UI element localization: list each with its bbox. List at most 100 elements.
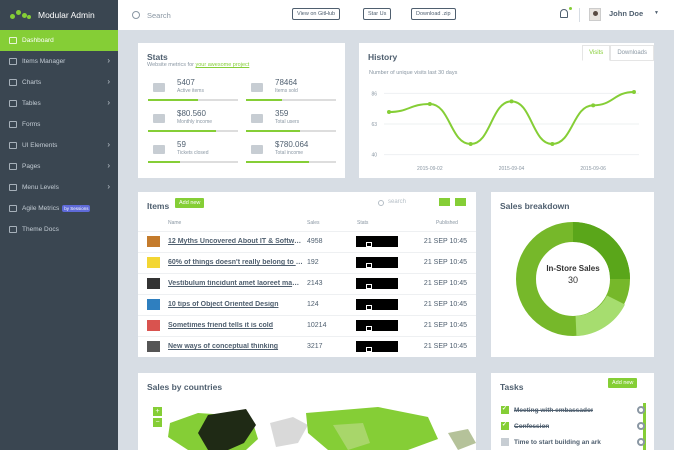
item-sales: 4958 [307, 238, 323, 245]
next-button[interactable] [455, 198, 466, 206]
data-point[interactable] [591, 103, 596, 108]
data-point[interactable] [387, 110, 391, 114]
table-row[interactable]: 12 Myths Uncovered About IT & Software 49… [138, 231, 476, 252]
items-search-input[interactable]: search [388, 199, 406, 205]
table-row[interactable]: Vestibulum tincidunt amet laoreet mauris… [138, 273, 476, 294]
chevron-down-icon[interactable]: ▼ [654, 10, 659, 16]
sidebar-item-theme-docs[interactable]: Theme Docs [0, 219, 118, 240]
map-asia[interactable] [306, 407, 438, 450]
item-thumbnail[interactable] [147, 341, 160, 352]
breakdown-title: Sales breakdown [500, 201, 570, 211]
map-europe-west[interactable] [270, 417, 308, 447]
table-row[interactable]: 60% of things doesn't really belong to y… [138, 252, 476, 273]
line-chart-icon [153, 114, 165, 123]
nav-icon [9, 100, 17, 107]
stat-label: Active items [177, 88, 204, 94]
y-tick-label: 63 [371, 122, 377, 128]
sidebar-item-label: Agile Metrics [22, 205, 60, 212]
sidebar-item-pages[interactable]: Pages › [0, 156, 118, 177]
brand[interactable]: Modular Admin [0, 0, 118, 30]
sidebar-item-menu-levels[interactable]: Menu Levels › [0, 177, 118, 198]
star-button[interactable]: Star Us [363, 8, 392, 20]
item-name-link[interactable]: Vestibulum tincidunt amet laoreet mauris [168, 280, 303, 287]
tab-downloads[interactable]: Downloads [610, 45, 654, 61]
col-stats[interactable]: Stats [357, 220, 368, 226]
item-name-link[interactable]: 60% of things doesn't really belong to y… [168, 259, 303, 266]
sidebar-item-label: Menu Levels [22, 184, 59, 191]
search-input[interactable]: Search [147, 11, 171, 20]
table-row[interactable]: New ways of conceptual thinking 3217 21 SE… [138, 336, 476, 357]
world-map [168, 407, 476, 450]
user-name[interactable]: John Doe [609, 9, 643, 18]
bell-icon[interactable] [560, 9, 568, 18]
task-label: Confession [514, 422, 550, 430]
github-button[interactable]: View on GitHub [292, 8, 341, 20]
sidebar-nav: Dashboard Items Manager › Charts › Tables › For… [0, 30, 118, 240]
data-point[interactable] [550, 142, 555, 146]
avatar[interactable] [589, 8, 601, 21]
task-label: Time to start building an ark [514, 438, 601, 446]
item-name-link[interactable]: 12 Myths Uncovered About IT & Software [168, 238, 303, 245]
item-name-link[interactable]: 10 tips of Object Oriented Design [168, 301, 303, 308]
stats-title: Stats [147, 52, 168, 62]
item-thumbnail[interactable] [147, 299, 160, 310]
table-row[interactable]: Sometimes friend tells it is cold 10214 21… [138, 315, 476, 336]
col-published[interactable]: Published [436, 220, 458, 226]
sidebar-item-items-manager[interactable]: Items Manager › [0, 51, 118, 72]
data-point[interactable] [427, 102, 432, 106]
task-item[interactable]: Meeting with embassador [501, 405, 645, 414]
item-thumbnail[interactable] [147, 236, 160, 247]
data-point[interactable] [509, 99, 514, 104]
item-thumbnail[interactable] [147, 257, 160, 268]
cart-icon [251, 83, 263, 92]
item-thumbnail[interactable] [147, 278, 160, 289]
nav-icon [9, 37, 17, 44]
table-row[interactable]: 10 tips of Object Oriented Design 124 21 S… [138, 294, 476, 315]
sidebar-item-tables[interactable]: Tables › [0, 93, 118, 114]
brand-name: Modular Admin [38, 10, 95, 20]
stats-project-link[interactable]: your awesome project [196, 62, 250, 68]
task-checkbox[interactable] [501, 438, 509, 446]
item-name-link[interactable]: Sometimes friend tells it is cold [168, 322, 303, 329]
item-thumbnail[interactable] [147, 320, 160, 331]
map-japan[interactable] [448, 429, 476, 450]
tab-visits[interactable]: Visits [582, 45, 611, 61]
item-stats-sparkline [356, 299, 398, 310]
data-point[interactable] [468, 142, 473, 146]
stat-monthly-income: $80.560 Monthly income [148, 109, 238, 135]
nav-icon [9, 58, 17, 65]
task-item[interactable]: Confession [501, 421, 645, 430]
task-item[interactable]: Time to start building an ark [501, 438, 645, 446]
history-tabs: Visits Downloads [582, 45, 654, 61]
sidebar-item-agile-metrics[interactable]: Agile Metrics by Sessions [0, 198, 118, 219]
nav-icon [9, 226, 17, 233]
col-name[interactable]: Name [168, 220, 181, 226]
history-subtitle: Number of unique visits last 30 days [369, 70, 458, 76]
item-sales: 192 [307, 259, 319, 266]
sidebar-item-charts[interactable]: Charts › [0, 72, 118, 93]
add-task-button[interactable]: Add new [608, 378, 638, 388]
stat-items-sold: 78464 Items sold [246, 78, 336, 104]
item-published: 21 SEP 10:45 [423, 322, 467, 329]
sidebar-item-label: Dashboard [22, 37, 54, 44]
list-icon [153, 145, 165, 154]
data-point[interactable] [632, 90, 636, 94]
task-checkbox[interactable] [501, 405, 509, 414]
download-button[interactable]: Download .zip [411, 8, 456, 20]
sidebar-item-dashboard[interactable]: Dashboard [0, 30, 118, 51]
gear-icon[interactable] [637, 438, 645, 446]
gear-icon[interactable] [637, 406, 645, 414]
item-name-link[interactable]: New ways of conceptual thinking [168, 343, 303, 350]
header-divider [579, 8, 580, 22]
search-icon[interactable] [132, 11, 140, 19]
sidebar-item-ui-elements[interactable]: UI Elements › [0, 135, 118, 156]
search-icon [378, 200, 384, 206]
stat-active-items: 5407 Active items [148, 78, 238, 104]
col-sales[interactable]: Sales [307, 220, 320, 226]
sidebar-item-forms[interactable]: Forms [0, 114, 118, 135]
item-published: 21 SEP 10:45 [423, 280, 467, 287]
prev-button[interactable] [439, 198, 450, 206]
gear-icon[interactable] [637, 422, 645, 430]
task-checkbox[interactable] [501, 421, 509, 430]
add-item-button[interactable]: Add new [175, 198, 205, 208]
